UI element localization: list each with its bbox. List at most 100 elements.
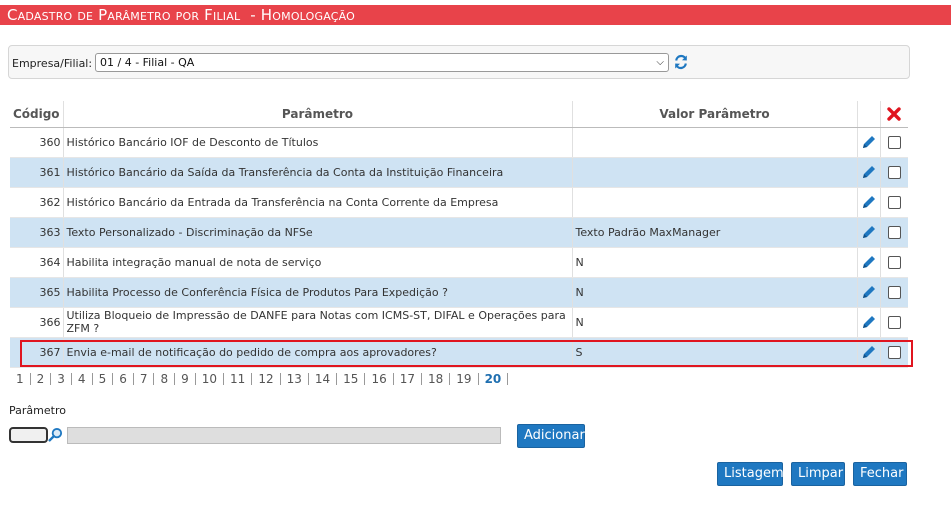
cell-parametro: Texto Personalizado - Discriminação da N…: [63, 217, 573, 248]
cell-edit: [857, 127, 881, 158]
table-row[interactable]: 364 Habilita integração manual de nota de…: [10, 247, 908, 278]
parameter-description-field: [67, 427, 501, 444]
page-link[interactable]: 17: [394, 373, 423, 385]
cell-parametro: Habilita Processo de Conferência Física …: [63, 277, 573, 308]
table-row[interactable]: 362 Histórico Bancário da Entrada da Tran…: [10, 187, 908, 218]
page-link[interactable]: 19: [450, 373, 479, 385]
table-row[interactable]: 363 Texto Personalizado - Discriminação d…: [10, 217, 908, 248]
page-link[interactable]: 3: [51, 373, 72, 385]
page-link[interactable]: 13: [281, 373, 309, 385]
cell-codigo: 364: [10, 247, 64, 278]
cell-edit: [857, 277, 881, 308]
pencil-icon[interactable]: [861, 284, 877, 300]
page-link[interactable]: 12: [252, 373, 281, 385]
cell-edit: [857, 187, 881, 218]
page-link[interactable]: 8: [154, 373, 176, 385]
cell-select: [880, 277, 908, 308]
table-row[interactable]: 360 Histórico Bancário IOF de Desconto de…: [10, 127, 908, 158]
page-link[interactable]: 16: [365, 373, 394, 385]
row-checkbox[interactable]: [887, 165, 901, 179]
header-edit: [857, 101, 881, 128]
page-link[interactable]: 6: [113, 373, 134, 385]
company-branch-select[interactable]: 01 / 4 - Filial - QA ⌵: [95, 53, 669, 72]
row-checkbox[interactable]: [887, 315, 901, 329]
cell-valor: [572, 157, 858, 188]
parameter-label: Parâmetro: [9, 404, 66, 417]
company-branch-label: Empresa/Filial:: [12, 57, 93, 70]
cell-valor: N: [572, 277, 858, 308]
pencil-icon[interactable]: [861, 254, 877, 270]
cell-parametro: Histórico Bancário da Entrada da Transfe…: [63, 187, 573, 218]
page-link[interactable]: 1: [10, 373, 31, 385]
page-link[interactable]: 15: [337, 373, 366, 385]
page-current: 20: [479, 373, 509, 385]
page-link[interactable]: 9: [175, 373, 196, 385]
pencil-icon[interactable]: [861, 314, 877, 330]
page-link[interactable]: 7: [134, 373, 155, 385]
filter-panel: Empresa/Filial: 01 / 4 - Filial - QA ⌵: [8, 45, 910, 79]
row-checkbox[interactable]: [887, 255, 901, 269]
cell-valor: [572, 127, 858, 158]
table-row[interactable]: 361 Histórico Bancário da Saída da Transf…: [10, 157, 908, 188]
pencil-icon[interactable]: [861, 344, 877, 360]
page-link[interactable]: 2: [31, 373, 52, 385]
header-codigo[interactable]: Código: [10, 101, 64, 128]
parameter-code-input[interactable]: [9, 427, 48, 443]
cell-parametro: Utiliza Bloqueio de Impressão de DANFE p…: [63, 307, 573, 338]
cell-edit: [857, 157, 881, 188]
chevron-down-icon: ⌵: [656, 57, 664, 68]
cell-select: [880, 307, 908, 338]
cell-valor: Texto Padrão MaxManager: [572, 217, 858, 248]
pagination: 1 2 3 4 5 6 7 8 9 10 11 12 13 14 15 16 17 18 19 20: [10, 372, 509, 386]
cell-parametro: Histórico Bancário IOF de Desconto de Tí…: [63, 127, 573, 158]
header-valor[interactable]: Valor Parâmetro: [572, 101, 858, 128]
row-checkbox[interactable]: [887, 285, 901, 299]
parameters-table: Código Parâmetro Valor Parâmetro 360 Hist…: [10, 101, 908, 368]
row-checkbox[interactable]: [887, 225, 901, 239]
delete-x-icon[interactable]: [886, 106, 902, 122]
page-link[interactable]: 14: [309, 373, 338, 385]
add-button[interactable]: Adicionar: [517, 424, 585, 448]
cell-parametro: Histórico Bancário da Saída da Transferê…: [63, 157, 573, 188]
pencil-icon[interactable]: [861, 164, 877, 180]
pencil-icon[interactable]: [861, 194, 877, 210]
row-checkbox[interactable]: [887, 135, 901, 149]
page-link[interactable]: 4: [72, 373, 93, 385]
table-row[interactable]: 366 Utiliza Bloqueio de Impressão de DANF…: [10, 307, 908, 338]
table-header-row: Código Parâmetro Valor Parâmetro: [10, 101, 908, 128]
page-title: Cadastro de Parâmetro por Filial - Homol…: [0, 5, 951, 25]
page-link[interactable]: 18: [422, 373, 451, 385]
close-button[interactable]: Fechar: [853, 462, 907, 486]
page-link[interactable]: 5: [93, 373, 114, 385]
cell-edit: [857, 217, 881, 248]
header-delete: [880, 101, 908, 128]
cell-valor: N: [572, 307, 858, 338]
page-link[interactable]: 11: [224, 373, 253, 385]
table-row[interactable]: 367 Envia e-mail de notificação do pedido…: [10, 337, 908, 368]
cell-codigo: 361: [10, 157, 64, 188]
table-row[interactable]: 365 Habilita Processo de Conferência Físi…: [10, 277, 908, 308]
cell-parametro: Envia e-mail de notificação do pedido de…: [63, 337, 573, 368]
cell-valor: N: [572, 247, 858, 278]
pencil-icon[interactable]: [861, 224, 877, 240]
pencil-icon[interactable]: [861, 134, 877, 150]
cell-codigo: 365: [10, 277, 64, 308]
refresh-icon[interactable]: [673, 54, 689, 70]
cell-select: [880, 247, 908, 278]
row-checkbox[interactable]: [887, 345, 901, 359]
cell-edit: [857, 337, 881, 368]
cell-codigo: 360: [10, 127, 64, 158]
magnifier-icon[interactable]: [48, 427, 63, 442]
cell-valor: [572, 187, 858, 218]
row-checkbox[interactable]: [887, 195, 901, 209]
company-branch-selected-value: 01 / 4 - Filial - QA: [100, 56, 195, 69]
cell-codigo: 367: [10, 337, 64, 368]
cell-edit: [857, 247, 881, 278]
cell-select: [880, 157, 908, 188]
list-button[interactable]: Listagem: [717, 462, 784, 486]
cell-edit: [857, 307, 881, 338]
cell-codigo: 362: [10, 187, 64, 218]
clear-button[interactable]: Limpar: [791, 462, 845, 486]
header-parametro[interactable]: Parâmetro: [63, 101, 573, 128]
page-link[interactable]: 10: [196, 373, 225, 385]
